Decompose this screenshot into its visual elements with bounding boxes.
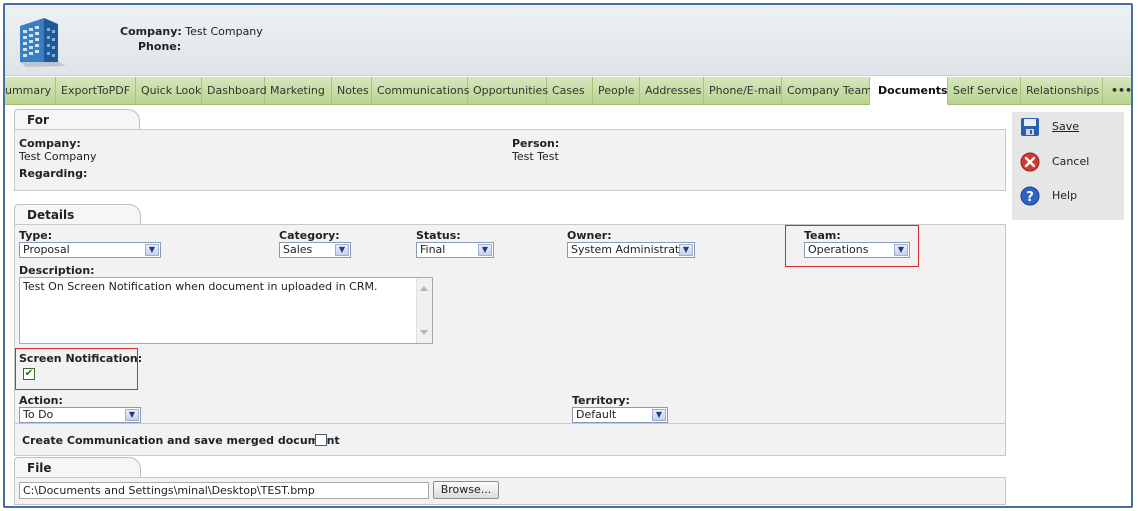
file-panel-tab: File [14, 457, 141, 478]
save-button[interactable]: Save [1020, 117, 1120, 141]
chevron-down-icon: ▼ [478, 244, 492, 256]
owner-select[interactable]: System Administrator ▼ [567, 242, 695, 258]
cancel-label: Cancel [1052, 155, 1090, 168]
file-path-value: C:\Documents and Settings\minal\Desktop\… [23, 484, 315, 497]
browse-button[interactable]: Browse... [433, 481, 499, 499]
chevron-down-icon: ▼ [335, 244, 349, 256]
create-communication-label: Create Communication and save merged doc… [22, 434, 340, 447]
create-communication-row: Create Communication and save merged doc… [14, 424, 1006, 456]
phone-label: Phone: [138, 40, 182, 53]
create-communication-checkbox[interactable] [315, 434, 327, 446]
company-label: Company: [120, 25, 182, 38]
details-panel-tab: Details [14, 204, 141, 225]
company-building-icon [14, 12, 68, 68]
description-label: Description: [19, 264, 95, 277]
tab-marketing[interactable]: Marketing [265, 77, 332, 104]
tab-communications[interactable]: Communications [372, 77, 469, 104]
tab-more[interactable]: ••• [1103, 77, 1131, 104]
help-label: Help [1052, 189, 1078, 202]
status-value: Final [420, 243, 446, 256]
tab-phone-email[interactable]: Phone/E-mail [704, 77, 782, 104]
checkmark-icon: ✔ [24, 368, 34, 379]
category-label: Category: [279, 229, 340, 242]
for-regarding-label: Regarding: [19, 167, 88, 180]
screen-notification-label: Screen Notification: [19, 352, 143, 365]
save-label: Save [1052, 120, 1080, 133]
cancel-button[interactable]: Cancel [1020, 152, 1120, 176]
for-company-value: Test Company [19, 150, 97, 163]
tab-bar: ummary ExportToPDF Quick Look Dashboard … [5, 77, 1131, 105]
tab-export-to-pdf[interactable]: ExportToPDF [56, 77, 136, 104]
svg-text:?: ? [1026, 190, 1034, 205]
chevron-down-icon: ▼ [125, 409, 139, 421]
chevron-down-icon: ▼ [679, 244, 693, 256]
description-value: Test On Screen Notification when documen… [23, 280, 378, 293]
tab-quick-look[interactable]: Quick Look [136, 77, 202, 104]
territory-select[interactable]: Default ▼ [572, 407, 668, 423]
status-select[interactable]: Final ▼ [416, 242, 494, 258]
description-textarea[interactable]: Test On Screen Notification when documen… [19, 277, 433, 344]
tab-company-team[interactable]: Company Team [782, 77, 872, 104]
phone-row: Phone: [138, 40, 181, 53]
chevron-down-icon: ▼ [652, 409, 666, 421]
tab-opportunities[interactable]: Opportunities [468, 77, 548, 104]
for-person-value: Test Test [512, 150, 559, 163]
chevron-down-icon: ▼ [145, 244, 159, 256]
help-button[interactable]: ? Help [1020, 186, 1120, 210]
tab-cases[interactable]: Cases [547, 77, 593, 104]
crm-window: Company: Test Company Phone: ummary Expo… [3, 3, 1133, 508]
for-company-label: Company: [19, 137, 81, 150]
company-header: Company: Test Company Phone: [5, 5, 1131, 76]
help-icon: ? [1020, 186, 1040, 206]
tab-summary[interactable]: ummary [5, 77, 56, 104]
category-value: Sales [283, 243, 313, 256]
tab-dashboard[interactable]: Dashboard [202, 77, 267, 104]
file-panel: C:\Documents and Settings\minal\Desktop\… [14, 477, 1006, 505]
tab-self-service[interactable]: Self Service [948, 77, 1021, 104]
tab-notes[interactable]: Notes [332, 77, 372, 104]
team-select[interactable]: Operations ▼ [804, 242, 910, 258]
type-select[interactable]: Proposal ▼ [19, 242, 161, 258]
tab-documents[interactable]: Documents [870, 77, 948, 105]
screen-notification-checkbox[interactable]: ✔ [23, 368, 35, 380]
tab-people[interactable]: People [593, 77, 640, 104]
owner-value: System Administrator [571, 243, 691, 256]
file-path-input[interactable]: C:\Documents and Settings\minal\Desktop\… [19, 482, 429, 499]
description-scrollbar[interactable] [416, 278, 432, 343]
for-person-label: Person: [512, 137, 560, 150]
territory-value: Default [576, 408, 617, 421]
owner-label: Owner: [567, 229, 612, 242]
territory-label: Territory: [572, 394, 630, 407]
floppy-disk-icon [1020, 117, 1040, 137]
action-label: Action: [19, 394, 63, 407]
chevron-down-icon: ▼ [894, 244, 908, 256]
close-icon [1020, 152, 1040, 172]
details-panel: Type: Proposal ▼ Category: Sales ▼ Statu… [14, 224, 1006, 424]
action-panel: Save Cancel ? Help [1012, 112, 1124, 220]
category-select[interactable]: Sales ▼ [279, 242, 351, 258]
action-select[interactable]: To Do ▼ [19, 407, 141, 423]
action-value: To Do [23, 408, 54, 421]
team-value: Operations [808, 243, 869, 256]
company-row: Company: Test Company [120, 25, 263, 38]
for-panel: Company: Test Company Regarding: Person:… [14, 129, 1006, 191]
company-value: Test Company [185, 25, 263, 38]
type-label: Type: [19, 229, 53, 242]
status-label: Status: [416, 229, 461, 242]
for-panel-tab: For [14, 109, 140, 130]
tab-addresses[interactable]: Addresses [640, 77, 704, 104]
type-value: Proposal [23, 243, 70, 256]
team-label: Team: [804, 229, 841, 242]
tab-relationships[interactable]: Relationships [1021, 77, 1103, 104]
